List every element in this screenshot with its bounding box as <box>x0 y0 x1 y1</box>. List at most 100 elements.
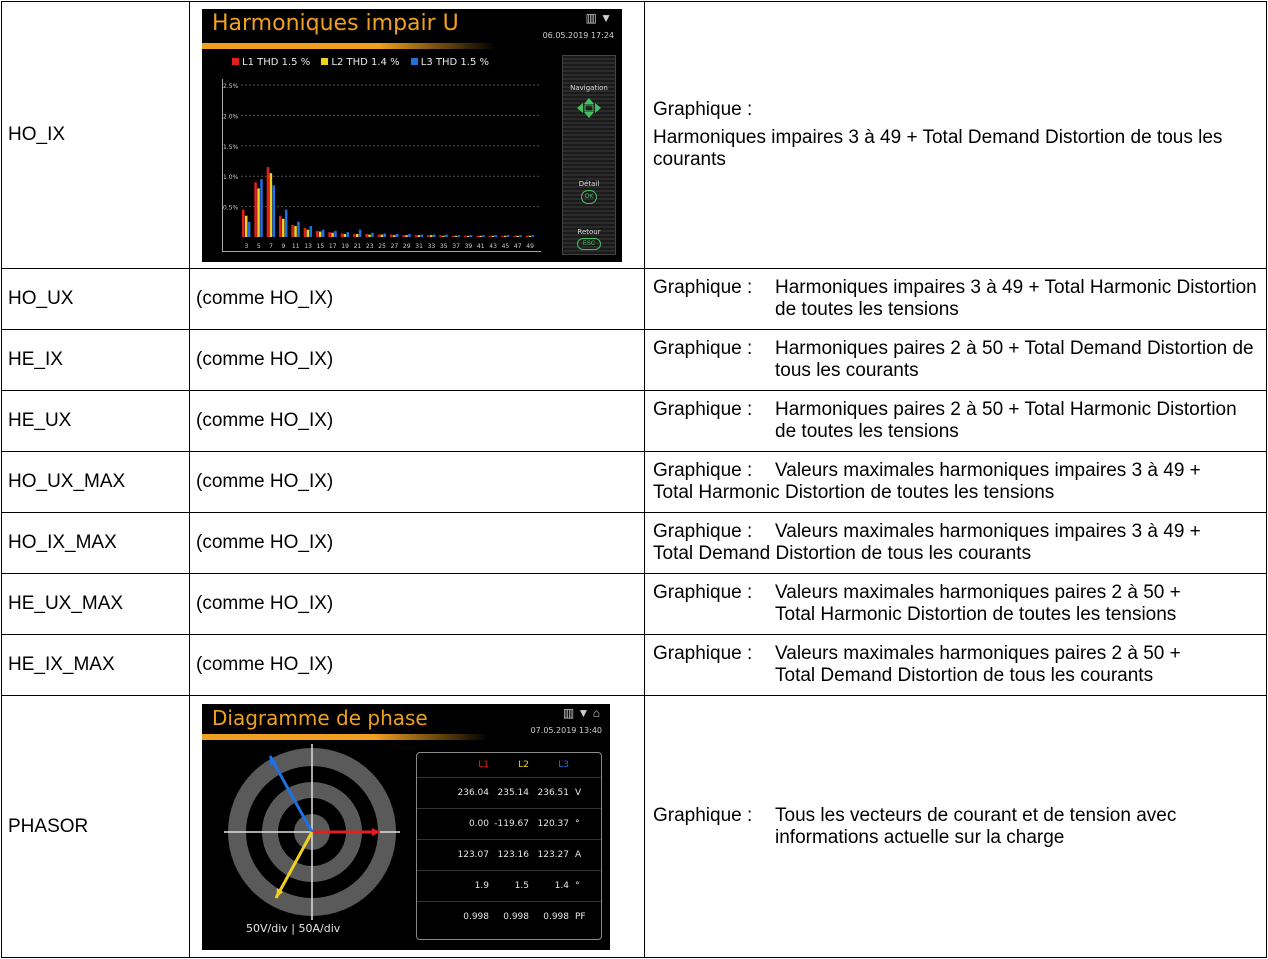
bar-l2-h13 <box>306 229 310 237</box>
phasor-row: 1.9 1.5 1.4 ° <box>417 871 601 902</box>
bar-l3-h7 <box>272 184 276 237</box>
table-row: PHASOR Diagramme de phase ▥ ▼ ⌂ 07.05.20… <box>1 695 1267 958</box>
bar-l3-h19 <box>346 231 350 237</box>
phasor-header-row: L1 L2 L3 <box>417 753 601 778</box>
bar-l2-h3 <box>244 215 248 237</box>
y-tick-label: 1.5% <box>223 143 239 150</box>
bar-l3-h9 <box>284 209 288 237</box>
description-text-cont: Total Harmonic Distortion de toutes les … <box>775 604 1177 625</box>
value-l2: 235.14 <box>497 787 530 798</box>
reference-cell: (comme HO_IX) <box>189 634 645 696</box>
bar-l2-h45 <box>503 235 507 237</box>
retour-esc-button[interactable]: ESC <box>577 237 601 250</box>
bar-l1-h17 <box>328 231 331 237</box>
detail-ok-button[interactable]: OK <box>581 189 597 204</box>
y-tick-label: 2.5% <box>223 83 239 90</box>
description-text: Valeurs maximales harmoniques impaires 3… <box>775 460 1201 481</box>
description-text: Harmoniques impaires 3 à 49 + Total Harm… <box>775 277 1257 320</box>
phasor-row: 236.04 235.14 236.51 V <box>417 778 601 809</box>
x-tick-label: 21 <box>354 243 362 250</box>
x-tick-label: 47 <box>514 243 522 250</box>
table-row: HO_UX_MAX (comme HO_IX) Graphique : Vale… <box>1 451 1267 513</box>
code-cell: HE_IX_MAX <box>1 634 190 696</box>
phasor-scale: 50V/div | 50A/div <box>246 922 340 935</box>
value-unit: ° <box>575 880 580 891</box>
bar-l1-h25 <box>377 234 381 237</box>
bar-l1-h29 <box>402 234 405 237</box>
reference-cell: (comme HO_IX) <box>189 512 645 574</box>
bar-l2-h25 <box>380 234 384 237</box>
description-cell: Graphique : Valeurs maximales harmonique… <box>644 634 1267 696</box>
bar-l2-h5 <box>257 187 260 237</box>
phasor-row: 0.00 -119.67 120.37 ° <box>417 809 601 840</box>
x-tick-label: 45 <box>502 243 510 250</box>
harmonics-bar-chart: 0.5%1.0%1.5%2.0%2.5%3 5 7 9 11 13 15 17 19 21 23 25… <box>222 78 541 252</box>
bar-l3-h13 <box>309 225 313 237</box>
value-unit: A <box>575 849 582 860</box>
x-tick-label: 5 <box>257 243 261 250</box>
value-l3: 123.27 <box>537 849 570 860</box>
description-label: Graphique : <box>653 582 753 603</box>
bar-l2-h43 <box>491 235 495 237</box>
bar-l3-h47 <box>519 234 522 237</box>
bar-l3-h15 <box>321 229 325 237</box>
bar-l1-h19 <box>340 232 344 237</box>
harmonics-screen: Harmoniques impair U ▥ ▼ 06.05.2019 17:2… <box>202 8 622 262</box>
bar-l2-h27 <box>392 234 396 237</box>
reference-text: (comme HO_IX) <box>196 288 334 309</box>
x-tick-label: 15 <box>317 243 325 250</box>
description-text-cont: Total Demand Distortion de tous les cour… <box>775 665 1154 686</box>
bar-l1-h35 <box>439 234 442 237</box>
screen-title: Harmoniques impair U <box>212 10 459 36</box>
bar-l3-h21 <box>358 229 362 237</box>
description-label: Graphique : <box>653 277 753 298</box>
x-tick-label: 29 <box>403 243 411 250</box>
x-tick-label: 43 <box>489 243 497 250</box>
bar-l1-h5 <box>254 181 257 237</box>
description-cell: Graphique : Tous les vecteurs de courant… <box>644 695 1267 958</box>
bar-l1-h37 <box>451 235 455 237</box>
bar-l1-h21 <box>353 233 356 237</box>
chart-legend: L1 THD 1.5 % L2 THD 1.4 % L3 THD 1.5 % <box>224 57 489 68</box>
description-label: Graphique : <box>653 643 753 664</box>
bar-l2-h39 <box>466 235 470 237</box>
y-tick-label: 0.5% <box>223 204 239 211</box>
x-tick-label: 17 <box>329 243 337 250</box>
description-text-cont: Total Demand Distortion de tous les cour… <box>653 543 1032 564</box>
reference-text: (comme HO_IX) <box>196 654 334 675</box>
scale-voltage: 50V/div <box>246 921 288 935</box>
reference-text: (comme HO_IX) <box>196 410 334 431</box>
bar-l2-h47 <box>516 235 519 237</box>
side-panel: Navigation Détail OK Retour ESC <box>562 54 616 255</box>
x-tick-label: 11 <box>292 243 300 250</box>
legend-swatch <box>232 57 239 65</box>
header-l3: L3 <box>558 759 569 770</box>
value-l3: 236.51 <box>537 787 570 798</box>
code-cell: HO_IX_MAX <box>1 512 190 574</box>
bar-l3-h41 <box>482 234 485 237</box>
code-cell: PHASOR <box>1 695 190 958</box>
status-icons: ▥ ▼ ⌂ <box>562 705 600 720</box>
table-row: HE_UX (comme HO_IX) Graphique : Harmoniq… <box>1 390 1267 452</box>
bar-l1-h7 <box>266 166 270 237</box>
reference-text: (comme HO_IX) <box>196 593 334 614</box>
x-tick-label: 13 <box>304 243 312 250</box>
table-row: HO_IX_MAX (comme HO_IX) Graphique : Vale… <box>1 512 1267 574</box>
scale-current: 50A/div <box>298 921 341 935</box>
x-tick-label: 39 <box>465 243 473 250</box>
description-cell: Graphique : Harmoniques impaires 3 à 49 … <box>644 1 1267 269</box>
bar-l1-h11 <box>291 224 294 237</box>
bar-l1-h23 <box>365 233 368 237</box>
bar-l1-h43 <box>488 235 492 237</box>
bar-l1-h9 <box>279 215 282 237</box>
y-tick-label: 2.0% <box>223 113 239 120</box>
code-cell: HO_IX <box>1 1 190 269</box>
retour-label: Retour <box>577 227 601 236</box>
title-underline <box>202 733 488 740</box>
bar-l3-h37 <box>457 234 461 237</box>
value-l1: 0.00 <box>468 818 489 829</box>
x-tick-label: 37 <box>452 243 460 250</box>
x-tick-label: 49 <box>526 243 534 250</box>
navigation-arrows-icon[interactable] <box>575 96 603 120</box>
description-cell: Graphique : Harmoniques paires 2 à 50 + … <box>644 329 1267 391</box>
